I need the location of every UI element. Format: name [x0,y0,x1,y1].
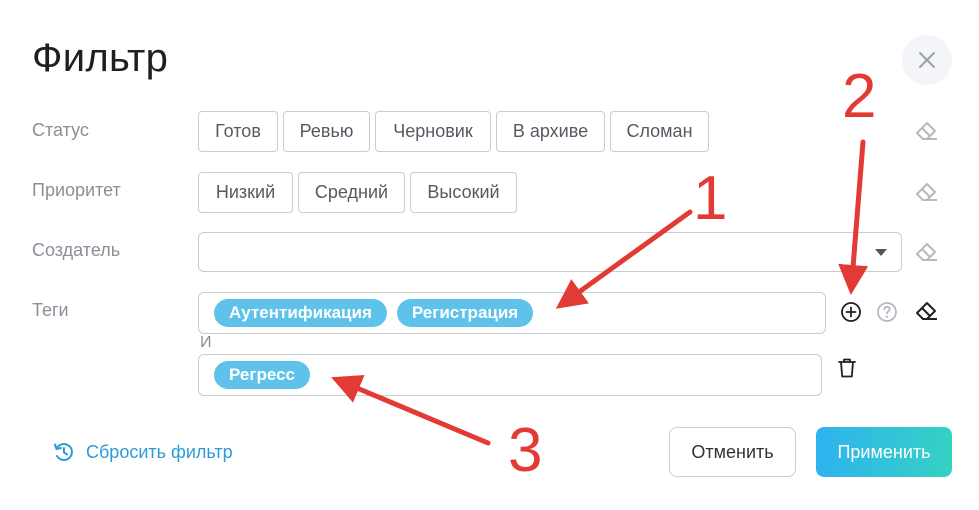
history-icon [54,443,73,461]
chevron-down-icon [875,249,887,256]
annotation-number-2: 2 [842,62,877,131]
priority-option-low[interactable]: Низкий [198,172,293,213]
status-option-broken[interactable]: Сломан [610,111,709,152]
reset-filter-link[interactable]: Сбросить фильтр [52,440,233,464]
status-option-review[interactable]: Ревью [283,111,370,152]
status-option-draft[interactable]: Черновик [375,111,491,152]
tag-chip[interactable]: Аутентификация [214,299,387,327]
status-option-archived[interactable]: В архиве [496,111,605,152]
status-options: Готов Ревью Черновик В архиве Сломан [198,111,709,152]
annotation-number-3: 3 [508,416,543,485]
tags-input-group-1[interactable]: Аутентификация Регистрация [198,292,826,334]
status-option-ready[interactable]: Готов [198,111,278,152]
reset-filter-label: Сбросить фильтр [86,441,233,462]
close-button[interactable] [902,35,952,85]
trash-icon[interactable] [836,356,858,380]
tag-chip[interactable]: Регресс [214,361,310,389]
priority-option-high[interactable]: Высокий [410,172,517,213]
eraser-icon[interactable] [914,179,940,205]
close-icon [919,52,935,68]
help-icon[interactable] [875,300,899,324]
tags-label: Теги [32,300,69,320]
cancel-button[interactable]: Отменить [669,427,796,477]
annotation-number-1: 1 [693,164,728,233]
tag-chip[interactable]: Регистрация [396,299,534,327]
tags-input-group-2[interactable]: Регресс [198,354,822,396]
tags-conjunction: И [200,334,212,351]
creator-select[interactable] [198,232,902,272]
eraser-icon[interactable] [914,239,940,265]
creator-label: Создатель [32,240,121,260]
eraser-icon[interactable] [914,298,940,324]
eraser-icon[interactable] [914,118,940,144]
priority-label: Приоритет [32,180,121,200]
priority-option-medium[interactable]: Средний [298,172,405,213]
status-label: Статус [32,120,89,140]
apply-button[interactable]: Применить [816,427,952,477]
priority-options: Низкий Средний Высокий [198,172,517,213]
dialog-title: Фильтр [32,36,169,80]
add-condition-icon[interactable] [839,300,863,324]
